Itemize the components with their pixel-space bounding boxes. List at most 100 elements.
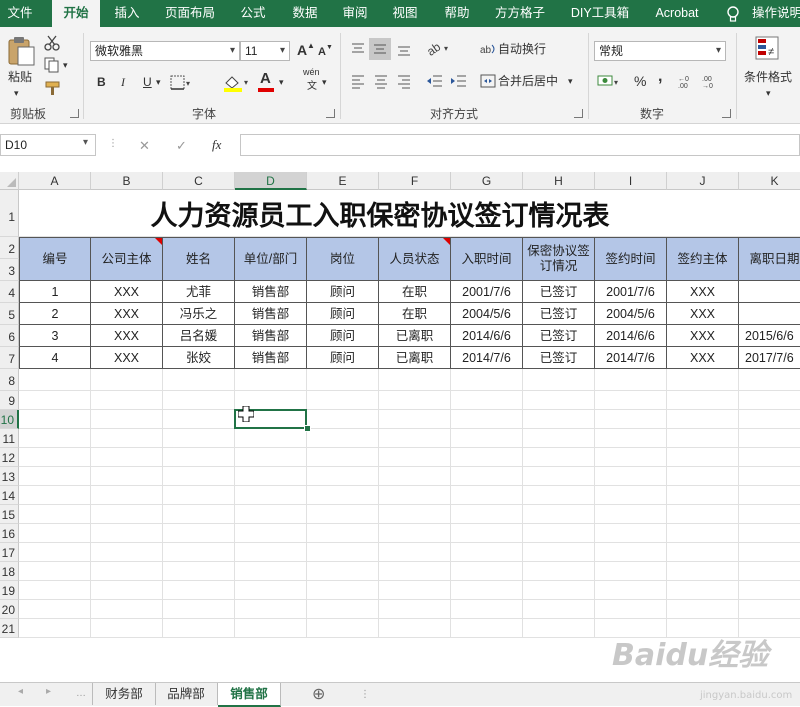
table-data-cell[interactable]: 2004/5/6 xyxy=(451,303,523,325)
grid-cell[interactable] xyxy=(307,619,379,638)
tab-help[interactable]: 帮助 xyxy=(436,0,478,27)
grid-cell[interactable] xyxy=(235,524,307,543)
table-header-cell[interactable]: 公司主体 xyxy=(91,237,163,281)
grid-cell[interactable] xyxy=(667,369,739,391)
table-data-cell[interactable]: XXX xyxy=(667,325,739,347)
table-data-cell[interactable]: 2001/7/6 xyxy=(451,281,523,303)
row-header[interactable]: 19 xyxy=(0,581,19,600)
grid-cell[interactable] xyxy=(595,505,667,524)
grid-cell[interactable] xyxy=(523,391,595,410)
grid-cell[interactable] xyxy=(19,467,91,486)
grid-cell[interactable] xyxy=(595,410,667,429)
grid-cell[interactable] xyxy=(19,505,91,524)
row-header[interactable]: 15 xyxy=(0,505,19,524)
align-top-icon[interactable] xyxy=(350,41,366,57)
grid-cell[interactable] xyxy=(667,543,739,562)
grid-cell[interactable] xyxy=(523,562,595,581)
format-painter-icon[interactable] xyxy=(44,80,62,96)
tab-view[interactable]: 视图 xyxy=(384,0,426,27)
row-header[interactable]: 20 xyxy=(0,600,19,619)
grid-cell[interactable] xyxy=(163,448,235,467)
grid-cell[interactable] xyxy=(523,581,595,600)
table-data-cell[interactable]: 吕名媛 xyxy=(163,325,235,347)
fill-color-icon[interactable]: ▾ xyxy=(222,73,252,93)
table-header-cell[interactable]: 签约主体 xyxy=(667,237,739,281)
table-data-cell[interactable]: XXX xyxy=(91,325,163,347)
grid-cell[interactable] xyxy=(451,543,523,562)
grid-cell[interactable] xyxy=(19,581,91,600)
cancel-entry-icon[interactable]: ✕ xyxy=(139,138,150,154)
tab-file[interactable]: 文件 xyxy=(0,0,40,27)
grid-cell[interactable] xyxy=(235,467,307,486)
grid-cell[interactable] xyxy=(163,543,235,562)
grid-cell[interactable] xyxy=(307,581,379,600)
grid-cell[interactable] xyxy=(307,505,379,524)
phonetic-guide-button[interactable]: wén xyxy=(303,67,320,77)
grid-cell[interactable] xyxy=(19,562,91,581)
percent-style-button[interactable]: % xyxy=(634,71,646,91)
table-data-cell[interactable]: 3 xyxy=(19,325,91,347)
grid-cell[interactable] xyxy=(595,543,667,562)
grid-cell[interactable] xyxy=(667,391,739,410)
row-header[interactable]: 13 xyxy=(0,467,19,486)
grid-cell[interactable] xyxy=(91,505,163,524)
tab-acrobat[interactable]: Acrobat xyxy=(648,0,706,27)
grid-cell[interactable] xyxy=(91,581,163,600)
table-data-cell[interactable]: 4 xyxy=(19,347,91,369)
grid-cell[interactable] xyxy=(19,429,91,448)
grid-cell[interactable] xyxy=(595,486,667,505)
align-right-icon[interactable] xyxy=(396,73,412,89)
grid-cell[interactable] xyxy=(739,391,800,410)
grid-cell[interactable] xyxy=(307,448,379,467)
grid-cell[interactable] xyxy=(307,562,379,581)
grid-cell[interactable] xyxy=(235,619,307,638)
grid-cell[interactable] xyxy=(739,448,800,467)
wrap-text-icon[interactable]: ab xyxy=(480,41,496,57)
grid-cell[interactable] xyxy=(235,562,307,581)
grid-cell[interactable] xyxy=(595,581,667,600)
column-header[interactable]: C xyxy=(163,172,235,190)
table-header-cell[interactable]: 岗位 xyxy=(307,237,379,281)
row-header[interactable]: 11 xyxy=(0,429,19,448)
grid-cell[interactable] xyxy=(667,486,739,505)
row-header[interactable]: 2 xyxy=(0,237,19,259)
grid-cell[interactable] xyxy=(523,505,595,524)
grid-cell[interactable] xyxy=(739,543,800,562)
tab-data[interactable]: 数据 xyxy=(284,0,326,27)
table-data-cell[interactable]: 已签订 xyxy=(523,347,595,369)
grid-cell[interactable] xyxy=(19,448,91,467)
number-format-dropdown[interactable]: 常规 ▾ xyxy=(594,41,726,61)
grid-cell[interactable] xyxy=(163,486,235,505)
decrease-decimal-icon[interactable]: .00→0 xyxy=(702,73,722,89)
merge-dropdown-icon[interactable]: ▾ xyxy=(568,71,573,91)
grid-cell[interactable] xyxy=(91,391,163,410)
font-color-dropdown-icon[interactable]: ▾ xyxy=(279,72,284,92)
grid-cell[interactable] xyxy=(739,505,800,524)
grid-cell[interactable] xyxy=(523,600,595,619)
grid-cell[interactable] xyxy=(451,486,523,505)
table-header-cell[interactable]: 人员状态 xyxy=(379,237,451,281)
sheet-tab-brand[interactable]: 品牌部 xyxy=(155,683,218,705)
table-data-cell[interactable]: 冯乐之 xyxy=(163,303,235,325)
grid-cell[interactable] xyxy=(523,486,595,505)
grid-cell[interactable] xyxy=(91,600,163,619)
row-header[interactable]: 9 xyxy=(0,391,19,410)
grid-cell[interactable] xyxy=(739,600,800,619)
accounting-format-icon[interactable]: ▾ xyxy=(597,73,623,91)
table-data-cell[interactable]: XXX xyxy=(91,347,163,369)
table-header-cell[interactable]: 离职日期 xyxy=(739,237,800,281)
grid-cell[interactable] xyxy=(19,486,91,505)
grid-cell[interactable] xyxy=(235,486,307,505)
grid-cell[interactable] xyxy=(91,543,163,562)
grid-cell[interactable] xyxy=(379,467,451,486)
grid-cell[interactable] xyxy=(595,467,667,486)
column-header[interactable]: D xyxy=(235,172,307,190)
table-header-cell[interactable]: 保密协议签订情况 xyxy=(523,237,595,281)
bold-button[interactable]: B xyxy=(97,72,106,92)
grid-cell[interactable] xyxy=(379,524,451,543)
row-header[interactable]: 18 xyxy=(0,562,19,581)
table-data-cell[interactable]: 2001/7/6 xyxy=(595,281,667,303)
grid-cell[interactable] xyxy=(19,524,91,543)
grid-cell[interactable] xyxy=(667,524,739,543)
grid-cell[interactable] xyxy=(739,562,800,581)
